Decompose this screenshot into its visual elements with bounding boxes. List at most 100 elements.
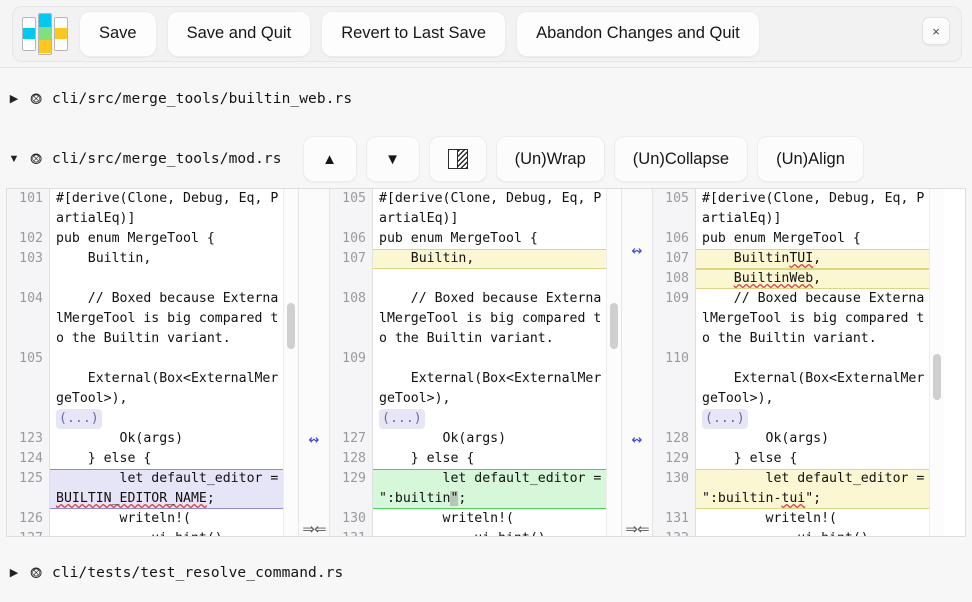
code-line[interactable] (50, 269, 283, 289)
code-line[interactable]: Ok(args) (50, 429, 283, 449)
code-area-right[interactable]: #[derive(Clone, Debug, Eq, PartialEq)]pu… (696, 189, 929, 536)
code-line[interactable]: #[derive(Clone, Debug, Eq, PartialEq)] (373, 189, 606, 229)
line-number-gutter-right: 105106107108109110128129130131132142143 (653, 189, 696, 536)
merge-marker-squiggle-arrow[interactable]: ↭ (622, 245, 652, 258)
code-line[interactable] (373, 269, 606, 289)
scrollbar-left[interactable] (283, 189, 298, 536)
file-header-mod-rs[interactable]: ▼ ⨷ cli/src/merge_tools/mod.rs ▲ ▼ (Un)W… (0, 132, 972, 186)
line-number: 109 (665, 289, 689, 309)
line-number: 106 (342, 229, 366, 249)
disclosure-triangle-icon[interactable]: ▶ (8, 94, 20, 105)
line-number: 124 (19, 449, 43, 469)
collapsed-lines-marker[interactable]: (...) (702, 409, 748, 429)
line-number: 132 (665, 529, 689, 536)
merge-marker-squiggle-arrow[interactable]: ↭ (622, 434, 652, 447)
disclosure-triangle-icon[interactable]: ▼ (8, 154, 20, 165)
file-path-label: cli/src/merge_tools/builtin_web.rs (52, 91, 352, 107)
line-number: 128 (665, 429, 689, 449)
line-number: 105 (665, 189, 689, 209)
code-line[interactable]: // Boxed because ExternalMergeTool is bi… (696, 289, 929, 349)
merge-gutter-right[interactable]: ↭ ↭ ⇒⇐ (621, 189, 653, 536)
diff-pane-right[interactable]: 105106107108109110128129130131132142143 … (653, 189, 944, 536)
code-line[interactable]: ui.hint(), (696, 529, 929, 536)
merge-editor-window: Save Save and Quit Revert to Last Save A… (0, 0, 972, 602)
line-number: 101 (19, 189, 43, 209)
code-line[interactable]: } else { (696, 449, 929, 469)
code-line[interactable]: pub enum MergeTool { (696, 229, 929, 249)
toggle-collapse-button[interactable]: (Un)Collapse (614, 136, 748, 182)
code-line[interactable]: (...) (373, 409, 606, 429)
code-line[interactable]: External(Box<ExternalMergeTool>), (373, 369, 606, 409)
collapsed-lines-marker[interactable]: (...) (56, 409, 102, 429)
collapsed-lines-marker[interactable]: (...) (379, 409, 425, 429)
scrollbar-middle[interactable] (606, 189, 621, 536)
code-area-middle[interactable]: #[derive(Clone, Debug, Eq, PartialEq)]pu… (373, 189, 606, 536)
save-and-quit-button[interactable]: Save and Quit (167, 11, 312, 57)
code-line[interactable]: ui.hint(), (373, 529, 606, 536)
merge-marker-merge-arrows[interactable]: ⇒⇐ (622, 522, 652, 537)
line-number: 108 (342, 289, 366, 309)
code-line[interactable]: pub enum MergeTool { (373, 229, 606, 249)
merge-gutter-left[interactable]: ↭ ⇒⇐ (298, 189, 330, 536)
toggle-align-button[interactable]: (Un)Align (757, 136, 864, 182)
line-number: 105 (342, 189, 366, 209)
code-line[interactable]: External(Box<ExternalMergeTool>), (50, 369, 283, 409)
code-line[interactable]: writeln!( (50, 509, 283, 529)
code-line[interactable]: Builtin, (373, 249, 606, 269)
line-number: 128 (342, 449, 366, 469)
code-line[interactable]: Ok(args) (696, 429, 929, 449)
next-conflict-button[interactable]: ▼ (366, 136, 420, 182)
code-line[interactable]: } else { (373, 449, 606, 469)
pin-icon: ⨷ (29, 566, 43, 581)
line-number: 126 (19, 509, 43, 529)
line-number-gutter-left: 101102103104105123124125126127137138 (7, 189, 50, 536)
file-path-label: cli/src/merge_tools/mod.rs (52, 151, 282, 167)
revert-to-last-save-button[interactable]: Revert to Last Save (321, 11, 506, 57)
code-area-left[interactable]: #[derive(Clone, Debug, Eq, PartialEq)]pu… (50, 189, 283, 536)
code-line[interactable]: Builtin, (50, 249, 283, 269)
scrollbar-right[interactable] (929, 189, 944, 536)
line-number: 110 (665, 349, 689, 369)
code-line[interactable]: (...) (696, 409, 929, 429)
split-pane-icon (448, 149, 468, 169)
toggle-wrap-button[interactable]: (Un)Wrap (496, 136, 605, 182)
prev-conflict-button[interactable]: ▲ (303, 136, 357, 182)
toggle-split-button[interactable] (429, 136, 487, 182)
code-line[interactable]: let default_editor = ":builtin"; (373, 469, 606, 509)
line-number: 123 (19, 429, 43, 449)
abandon-changes-and-quit-button[interactable]: Abandon Changes and Quit (516, 11, 760, 57)
merge-marker-merge-arrows[interactable]: ⇒⇐ (299, 522, 329, 537)
pin-icon: ⨷ (29, 92, 43, 107)
merge-marker-squiggle-arrow[interactable]: ↭ (299, 434, 329, 447)
code-line[interactable]: writeln!( (696, 509, 929, 529)
line-number: 104 (19, 289, 43, 309)
code-line[interactable]: (...) (50, 409, 283, 429)
code-line[interactable]: #[derive(Clone, Debug, Eq, PartialEq)] (50, 189, 283, 229)
code-line[interactable] (50, 349, 283, 369)
code-line[interactable]: Ok(args) (373, 429, 606, 449)
code-line[interactable]: // Boxed because ExternalMergeTool is bi… (373, 289, 606, 349)
code-line[interactable] (696, 349, 929, 369)
code-line[interactable]: let default_editor = BUILTIN_EDITOR_NAME… (50, 469, 283, 509)
code-line[interactable]: External(Box<ExternalMergeTool>), (696, 369, 929, 409)
code-line[interactable] (373, 349, 606, 369)
code-line[interactable]: let default_editor = ":builtin-tui"; (696, 469, 929, 509)
code-line[interactable]: #[derive(Clone, Debug, Eq, PartialEq)] (696, 189, 929, 229)
line-number: 125 (19, 469, 43, 489)
file-header-builtin-web[interactable]: ▶ ⨷ cli/src/merge_tools/builtin_web.rs (0, 82, 972, 116)
code-line[interactable]: } else { (50, 449, 283, 469)
line-number: 130 (342, 509, 366, 529)
file-header-test-resolve-command[interactable]: ▶ ⨷ cli/tests/test_resolve_command.rs (0, 556, 972, 590)
diff-pane-middle[interactable]: 105106107108109127128129130131141142 #[d… (330, 189, 621, 536)
save-button[interactable]: Save (79, 11, 157, 57)
code-line[interactable]: ui.hint(), (50, 529, 283, 536)
code-line[interactable]: pub enum MergeTool { (50, 229, 283, 249)
line-number: 102 (19, 229, 43, 249)
code-line[interactable]: // Boxed because ExternalMergeTool is bi… (50, 289, 283, 349)
disclosure-triangle-icon[interactable]: ▶ (8, 568, 20, 579)
diff-pane-left[interactable]: 101102103104105123124125126127137138 #[d… (7, 189, 298, 536)
code-line[interactable]: BuiltinWeb, (696, 269, 929, 289)
code-line[interactable]: BuiltinTUI, (696, 249, 929, 269)
code-line[interactable]: writeln!( (373, 509, 606, 529)
close-icon[interactable]: × (922, 17, 950, 45)
